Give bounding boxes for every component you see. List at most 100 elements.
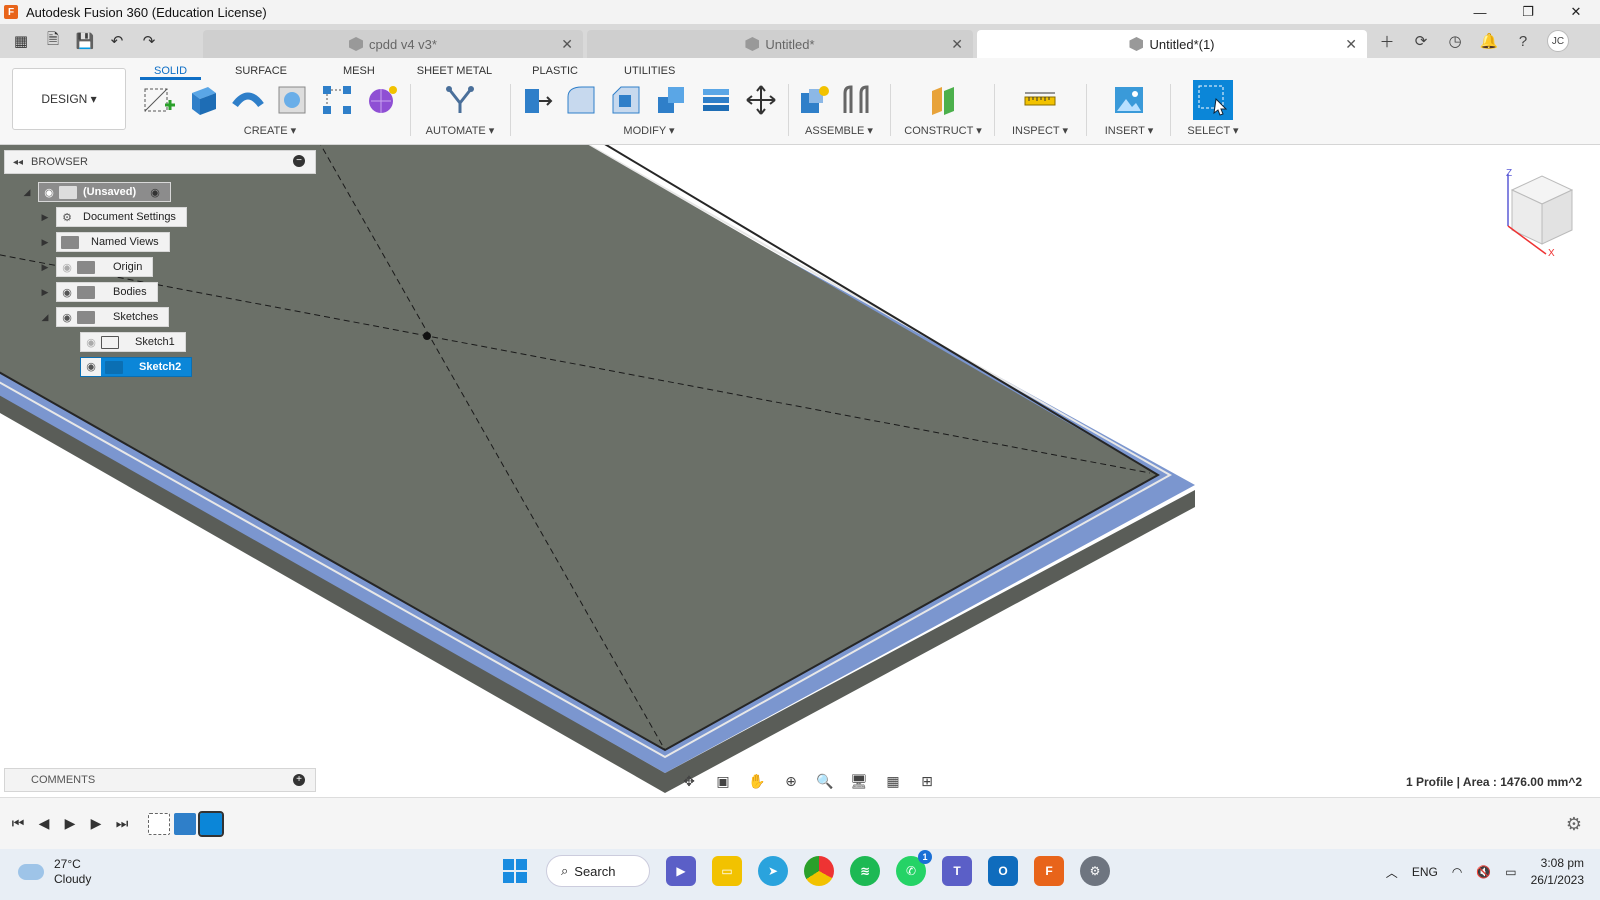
press-pull-icon[interactable] — [518, 82, 554, 118]
look-at-icon[interactable]: ▣ — [710, 773, 736, 790]
automate-icon[interactable] — [442, 82, 478, 118]
eye-icon[interactable]: ◉ — [81, 358, 101, 376]
browser-node-origin[interactable]: ▶ ◉ Origin — [38, 257, 154, 277]
tab-surface[interactable]: SURFACE — [221, 62, 301, 80]
hole-icon[interactable] — [274, 82, 310, 118]
orbit-icon[interactable]: ✥ — [676, 773, 702, 790]
spotify-icon[interactable]: ≋ — [850, 856, 880, 886]
browser-node-bodies[interactable]: ▶ ◉ Bodies — [38, 282, 158, 302]
play-icon[interactable]: ▶ — [62, 815, 78, 832]
move-copy-icon[interactable] — [743, 82, 779, 118]
save-icon[interactable]: 💾 — [72, 32, 98, 50]
fit-icon[interactable]: 🔍 — [812, 773, 838, 790]
combine-icon[interactable] — [698, 82, 734, 118]
help-icon[interactable]: ? — [1513, 31, 1533, 51]
expand-triangle-icon[interactable]: ▶ — [38, 237, 52, 248]
revolve-icon[interactable] — [230, 82, 266, 118]
rectangular-pattern-icon[interactable] — [319, 82, 355, 118]
browser-node-named-views[interactable]: ▶ Named Views — [38, 232, 170, 252]
go-to-start-icon[interactable]: ⏮ — [10, 815, 26, 832]
battery-icon[interactable]: ▭ — [1505, 865, 1516, 879]
weather-widget[interactable]: 27°C Cloudy — [18, 857, 91, 887]
file-menu-icon[interactable]: 🗎 — [40, 29, 66, 54]
close-tab-icon[interactable]: ✕ — [1345, 36, 1357, 53]
assemble-group-label[interactable]: ASSEMBLE ▾ — [796, 124, 882, 137]
browser-node-sketch2[interactable]: ◉ Sketch2 — [62, 357, 193, 377]
browser-root-node[interactable]: ◢ ◉ (Unsaved) ◉ — [20, 182, 171, 202]
inspect-group-label[interactable]: INSPECT ▾ — [1000, 124, 1080, 137]
avatar[interactable]: JC — [1547, 30, 1569, 52]
language-indicator[interactable]: ENG — [1412, 865, 1438, 879]
redo-icon[interactable]: ↷ — [136, 32, 162, 50]
tab-utilities[interactable]: UTILITIES — [610, 62, 689, 80]
telegram-icon[interactable]: ➤ — [758, 856, 788, 886]
grid-settings-icon[interactable]: ▦ — [880, 773, 906, 790]
measure-icon[interactable] — [1022, 82, 1058, 118]
new-component-icon[interactable] — [796, 82, 832, 118]
meet-icon[interactable]: ▶ — [666, 856, 696, 886]
wifi-icon[interactable]: ◠ — [1452, 865, 1462, 879]
minimize-icon[interactable]: — — [1456, 0, 1504, 24]
clock[interactable]: 3:08 pm 26/1/2023 — [1531, 855, 1584, 889]
insert-group-label[interactable]: INSERT ▾ — [1092, 124, 1166, 137]
tab-untitled-1[interactable]: Untitled*(1) ✕ — [977, 30, 1367, 58]
offset-plane-icon[interactable] — [925, 82, 961, 118]
collapse-browser-icon[interactable]: ◂◂ — [13, 157, 23, 168]
data-panel-grid-icon[interactable]: ▦ — [8, 32, 34, 50]
viewcube[interactable]: Z X — [1500, 168, 1580, 259]
zoom-icon[interactable]: ⊕ — [778, 773, 804, 790]
joint-icon[interactable] — [838, 82, 874, 118]
modify-group-label[interactable]: MODIFY ▾ — [518, 124, 780, 137]
eye-icon[interactable]: ◉ — [57, 311, 77, 324]
windows-start-icon[interactable] — [500, 856, 530, 886]
viewports-icon[interactable]: ⊞ — [914, 773, 940, 790]
expand-triangle-icon[interactable]: ▶ — [38, 212, 52, 223]
shell-icon[interactable] — [653, 82, 689, 118]
close-tab-icon[interactable]: ✕ — [951, 36, 963, 53]
eye-hidden-icon[interactable]: ◉ — [81, 336, 101, 349]
chrome-icon[interactable] — [804, 856, 834, 886]
timeline-extrude[interactable] — [174, 812, 196, 835]
go-to-end-icon[interactable]: ⏭ — [114, 815, 130, 832]
step-back-icon[interactable]: ◀ — [36, 815, 52, 832]
eye-icon[interactable]: ◉ — [39, 186, 59, 199]
browser-node-document-settings[interactable]: ▶ ⚙ Document Settings — [38, 207, 187, 227]
collapse-triangle-icon[interactable]: ◢ — [38, 312, 52, 323]
restore-icon[interactable]: ❐ — [1504, 0, 1552, 24]
automate-group-label[interactable]: AUTOMATE ▾ — [414, 124, 506, 137]
fusion-360-taskbar-icon[interactable]: F — [1034, 856, 1064, 886]
comments-panel-header[interactable]: COMMENTS + — [4, 768, 316, 792]
speaker-muted-icon[interactable]: 🔇 — [1476, 865, 1491, 879]
teams-icon[interactable]: T — [942, 856, 972, 886]
step-forward-icon[interactable]: ▶ — [88, 815, 104, 832]
add-comment-icon[interactable]: + — [293, 774, 305, 786]
create-sketch-icon[interactable] — [140, 82, 176, 118]
new-tab-icon[interactable]: ＋ — [1377, 31, 1397, 51]
workspace-switcher-button[interactable]: DESIGN ▾ — [12, 68, 126, 130]
tab-mesh[interactable]: MESH — [329, 62, 389, 80]
eye-icon[interactable]: ◉ — [57, 286, 77, 299]
tab-solid[interactable]: SOLID — [140, 62, 202, 80]
timeline-sketch1[interactable] — [148, 812, 170, 835]
expand-triangle-icon[interactable]: ▶ — [38, 262, 52, 273]
extensions-icon[interactable]: ⟳ — [1411, 31, 1431, 51]
browser-node-sketches[interactable]: ◢ ◉ Sketches — [38, 307, 170, 327]
taskbar-search-box[interactable]: ⌕ Search — [546, 855, 650, 887]
model-plate[interactable] — [0, 145, 1600, 797]
eye-hidden-icon[interactable]: ◉ — [57, 261, 77, 274]
browser-node-sketch1[interactable]: ◉ Sketch1 — [62, 332, 186, 352]
tab-plastic[interactable]: PLASTIC — [518, 62, 592, 80]
form-icon[interactable] — [364, 82, 400, 118]
pan-icon[interactable]: ✋ — [744, 773, 770, 790]
timeline-sketch2[interactable] — [198, 810, 224, 837]
tab-sheet-metal[interactable]: SHEET METAL — [403, 62, 506, 80]
expand-triangle-icon[interactable]: ▶ — [38, 287, 52, 298]
undo-icon[interactable]: ↶ — [104, 32, 130, 50]
job-status-icon[interactable]: ◷ — [1445, 31, 1465, 51]
browser-panel-header[interactable]: ◂◂ BROWSER − — [4, 150, 316, 174]
show-hidden-icons-chevron-icon[interactable]: ︿ — [1386, 864, 1398, 881]
create-group-label[interactable]: CREATE ▾ — [140, 124, 400, 137]
timeline-settings-gear-icon[interactable]: ⚙ — [1566, 814, 1582, 835]
notifications-icon[interactable]: 🔔 — [1479, 31, 1499, 51]
activate-radio-icon[interactable]: ◉ — [150, 186, 160, 199]
